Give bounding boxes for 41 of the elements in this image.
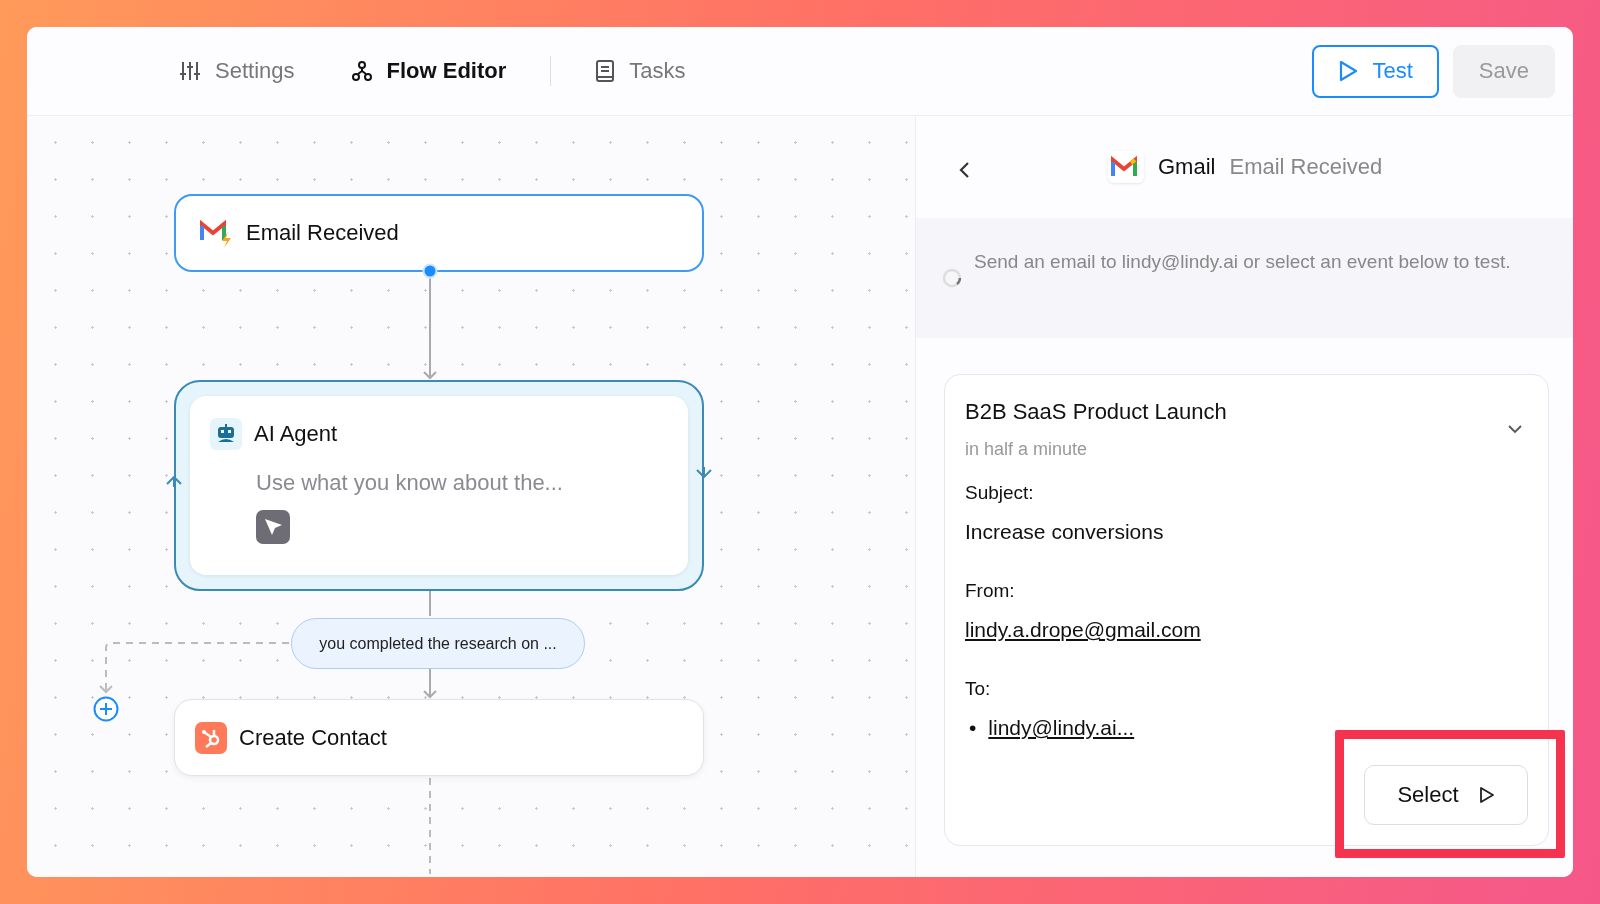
play-icon — [1478, 786, 1495, 804]
loop-arrow — [166, 476, 182, 488]
robot-icon — [210, 418, 242, 450]
flow-icon — [350, 60, 373, 82]
sliders-icon — [179, 60, 201, 82]
select-button[interactable]: Select — [1364, 765, 1528, 825]
bullet: • — [969, 716, 977, 740]
loop-arrow — [696, 466, 712, 478]
tab[interactable]: Settings — [151, 49, 323, 93]
chevron-left-icon — [958, 160, 972, 180]
field-value: Increase conversions — [965, 520, 1165, 544]
gmail-trigger-icon — [200, 218, 234, 248]
trigger-node[interactable]: Email Received — [174, 194, 704, 272]
cursor-icon — [256, 510, 290, 544]
hubspot-icon — [195, 721, 227, 754]
loading-spinner-icon — [942, 268, 962, 288]
connector-arrow — [423, 668, 437, 699]
node-title: Create Contact — [239, 724, 387, 751]
field-label: From: — [965, 580, 1016, 602]
event-time: in half a minute — [965, 439, 1089, 460]
notebook-icon — [595, 60, 616, 82]
condition-label[interactable]: you completed the research on ... — [291, 618, 585, 669]
play-icon — [1338, 60, 1359, 82]
status-message: Send an email to lindy@lindy.ai or select an event below to test. — [974, 251, 1511, 272]
action-node[interactable]: Create Contact — [174, 699, 704, 776]
event-title: B2B SaaS Product Launch — [965, 399, 1228, 425]
add-branch-icon[interactable] — [93, 696, 119, 722]
email-link[interactable]: lindy.a.drope@gmail.com — [965, 618, 1201, 641]
field-label: To: — [965, 678, 992, 700]
node-prompt: Use what you know about the... — [256, 470, 564, 496]
tab[interactable]: Tasks — [567, 49, 714, 93]
chevron-down-icon — [1506, 423, 1524, 435]
node-title: AI Agent — [254, 421, 338, 447]
trigger-name: Email Received — [1229, 154, 1383, 180]
email-link[interactable]: lindy@lindy.ai... — [988, 716, 1135, 740]
agent-node[interactable]: AI Agent Use what you know about the... — [174, 380, 704, 591]
connection-dot[interactable] — [422, 263, 438, 279]
field-label: Subject: — [965, 482, 1035, 504]
tab[interactable]: Flow Editor — [322, 49, 535, 93]
app-name: Gmail — [1158, 154, 1216, 180]
node-title: Email Received — [246, 220, 399, 246]
